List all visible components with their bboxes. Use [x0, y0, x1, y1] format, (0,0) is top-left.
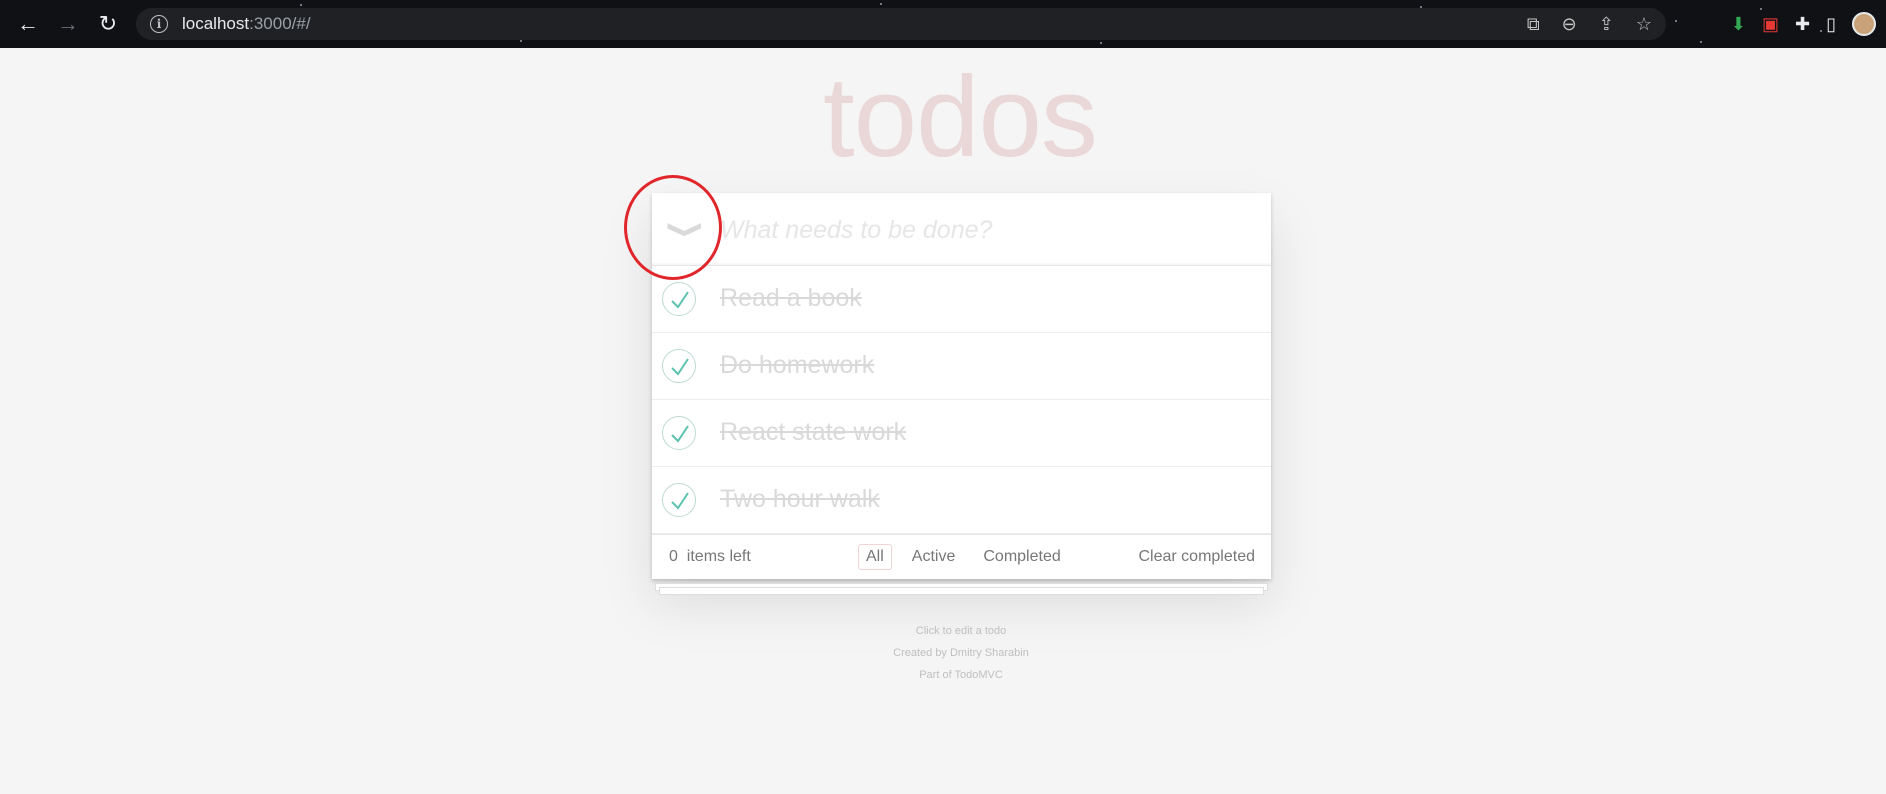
info-credit: Created by Dmitry Sharabin [893, 647, 1029, 659]
filter-completed[interactable]: Completed [975, 544, 1068, 570]
url-path: :3000/#/ [249, 14, 311, 33]
todo-list: Read a book Do homework React state work… [652, 265, 1271, 534]
check-icon [671, 425, 689, 443]
filter-active[interactable]: Active [904, 544, 964, 570]
share-icon[interactable]: ⇪ [1599, 14, 1614, 35]
app-title: todos [823, 54, 1098, 181]
url-host: localhost [182, 14, 250, 33]
todo-footer: 0 items left All Active Completed Clear … [652, 534, 1271, 579]
list-item: Two hour walk [652, 467, 1271, 534]
puzzle-icon[interactable]: ✚ [1795, 14, 1810, 35]
filter-group: All Active Completed [858, 544, 1069, 570]
filter-all[interactable]: All [858, 544, 892, 570]
toggle-all-chevron-icon[interactable]: ❯ [650, 203, 723, 255]
stack-shadow-2 [659, 587, 1264, 595]
sidebar-icon[interactable]: ▯ [1826, 14, 1836, 35]
chevron-down-icon: ❯ [667, 218, 705, 240]
browser-toolbar: ← → ↻ i localhost:3000/#/ ⧉ ⊖ ⇪ ☆ ⬇ ▣ ✚ … [0, 0, 1886, 48]
todo-checkbox[interactable] [662, 483, 696, 517]
todo-checkbox[interactable] [662, 416, 696, 450]
address-bar[interactable]: i localhost:3000/#/ ⧉ ⊖ ⇪ ☆ [136, 8, 1666, 40]
extension-download-icon[interactable]: ⬇ [1731, 14, 1746, 35]
star-icon[interactable]: ☆ [1636, 14, 1652, 35]
reload-icon[interactable]: ↻ [88, 4, 128, 44]
info-todomvc[interactable]: Part of TodoMVC [860, 664, 1062, 686]
back-icon[interactable]: ← [8, 4, 48, 44]
list-item: React state work [652, 400, 1271, 467]
check-icon [671, 358, 689, 376]
clear-completed-button[interactable]: Clear completed [1139, 548, 1256, 566]
items-left-label: items left [686, 548, 751, 565]
todo-label[interactable]: Two hour walk [720, 485, 880, 514]
check-icon [671, 492, 689, 510]
todo-checkbox[interactable] [662, 349, 696, 383]
info-footer: Click to edit a todo Created by Dmitry S… [860, 620, 1062, 686]
list-item: Read a book [652, 266, 1271, 333]
extension-red-icon[interactable]: ▣ [1762, 14, 1779, 35]
new-todo-row: ❯ [650, 193, 1271, 267]
todo-label[interactable]: React state work [720, 418, 906, 447]
todo-checkbox[interactable] [662, 282, 696, 316]
todo-app: ❯ Read a book Do homework React state wo… [652, 193, 1271, 579]
forward-icon[interactable]: → [48, 4, 88, 44]
check-icon [671, 291, 689, 309]
items-left-counter: 0 items left [669, 548, 751, 566]
info-icon[interactable]: i [150, 15, 168, 33]
todo-label[interactable]: Read a book [720, 284, 862, 313]
new-todo-input[interactable] [718, 193, 1262, 267]
todo-label[interactable]: Do homework [720, 351, 874, 380]
info-edit-hint: Click to edit a todo [915, 625, 1007, 637]
zoom-out-icon[interactable]: ⊖ [1562, 14, 1577, 35]
url-text[interactable]: localhost:3000/#/ [182, 14, 311, 34]
profile-avatar[interactable] [1852, 12, 1876, 36]
omnibox-actions: ⧉ ⊖ ⇪ ☆ [1527, 8, 1652, 40]
list-item: Do homework [652, 333, 1271, 400]
extensions-area: ⬇ ▣ ✚ ▯ [1731, 0, 1886, 48]
items-left-count: 0 [669, 548, 678, 565]
translate-icon[interactable]: ⧉ [1527, 14, 1540, 35]
